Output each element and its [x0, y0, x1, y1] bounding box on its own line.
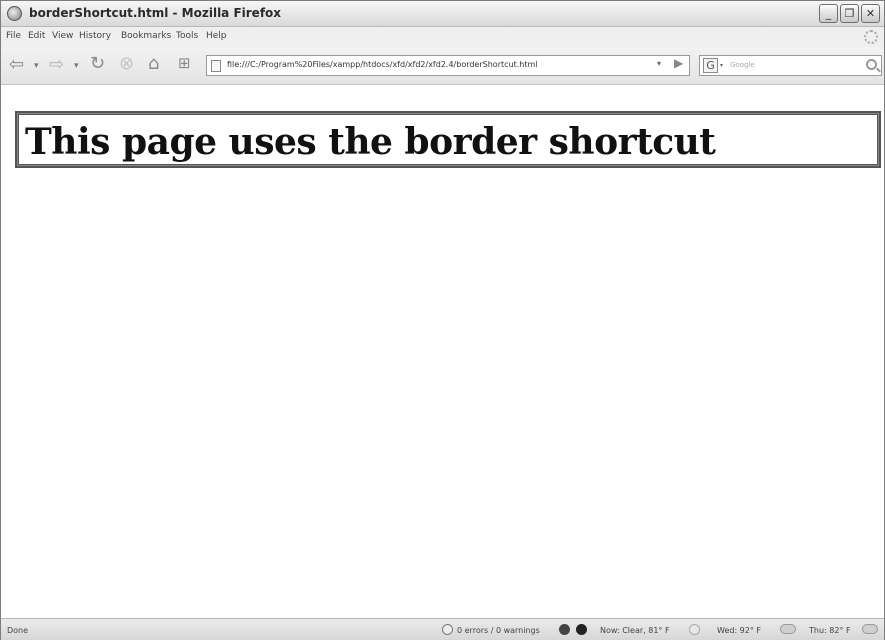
blocker-icon[interactable] — [559, 624, 570, 635]
weather-sun-icon — [689, 624, 700, 635]
search-placeholder: Google — [730, 61, 755, 69]
menu-help[interactable]: Help — [206, 31, 227, 41]
activity-throbber-icon — [864, 30, 878, 44]
search-icon[interactable] — [866, 59, 877, 70]
home-icon[interactable]: ⌂ — [148, 55, 159, 73]
url-dropdown-icon[interactable]: ▾ — [657, 59, 661, 68]
page-heading: This page uses the border shortcut — [25, 121, 716, 163]
menu-tools[interactable]: Tools — [176, 31, 198, 41]
weather-wednesday: Wed: 92° F — [717, 626, 762, 635]
menu-bar: File Edit View History Bookmarks Tools H… — [1, 27, 884, 47]
weather-cloud-icon — [862, 624, 878, 634]
menu-view[interactable]: View — [52, 31, 73, 41]
weather-thursday: Thu: 82° F — [809, 626, 851, 635]
restore-button[interactable]: ❐ — [840, 4, 859, 23]
new-tab-icon[interactable]: ⊞ — [178, 56, 191, 71]
firefox-icon — [7, 6, 22, 21]
close-button[interactable]: ✕ — [861, 4, 880, 23]
addon-icon[interactable] — [576, 624, 587, 635]
forward-dropdown-icon[interactable]: ▾ — [74, 62, 79, 71]
window-controls: _ ❐ ✕ — [819, 4, 880, 23]
search-engine-dropdown-icon[interactable]: ▾ — [720, 62, 723, 69]
error-count[interactable]: 0 errors / 0 warnings — [457, 626, 540, 635]
reload-icon[interactable]: ↻ — [90, 55, 105, 73]
search-bar[interactable]: G ▾ Google — [699, 55, 882, 76]
browser-window: borderShortcut.html - Mozilla Firefox _ … — [0, 0, 885, 640]
error-console-icon[interactable] — [442, 624, 453, 635]
url-text[interactable]: file:///C:/Program%20Files/xampp/htdocs/… — [227, 60, 537, 69]
url-bar[interactable]: file:///C:/Program%20Files/xampp/htdocs/… — [206, 55, 690, 76]
status-bar: Done 0 errors / 0 warnings Now: Clear, 8… — [1, 618, 884, 640]
title-bar: borderShortcut.html - Mozilla Firefox _ … — [1, 1, 884, 27]
menu-history[interactable]: History — [79, 31, 111, 41]
menu-bookmarks[interactable]: Bookmarks — [121, 31, 171, 41]
weather-now: Now: Clear, 81° F — [600, 626, 670, 635]
window-title: borderShortcut.html - Mozilla Firefox — [29, 6, 282, 20]
menu-file[interactable]: File — [6, 31, 21, 41]
back-icon[interactable]: ⇦ — [9, 56, 24, 74]
navigation-toolbar: ⇦ ▾ ⇨ ▾ ↻ ⊗ ⌂ ⊞ file:///C:/Program%20Fil… — [1, 47, 884, 85]
stop-icon[interactable]: ⊗ — [119, 55, 134, 73]
forward-icon[interactable]: ⇨ — [49, 56, 64, 74]
page-content: This page uses the border shortcut — [1, 86, 884, 618]
go-icon[interactable]: ▶ — [674, 56, 683, 70]
status-text: Done — [7, 626, 29, 635]
google-engine-icon[interactable]: G — [703, 58, 718, 73]
bordered-heading-box: This page uses the border shortcut — [15, 111, 881, 168]
back-dropdown-icon[interactable]: ▾ — [34, 62, 39, 71]
page-icon — [211, 60, 221, 72]
weather-cloud-icon — [780, 624, 796, 634]
minimize-button[interactable]: _ — [819, 4, 838, 23]
menu-edit[interactable]: Edit — [28, 31, 45, 41]
